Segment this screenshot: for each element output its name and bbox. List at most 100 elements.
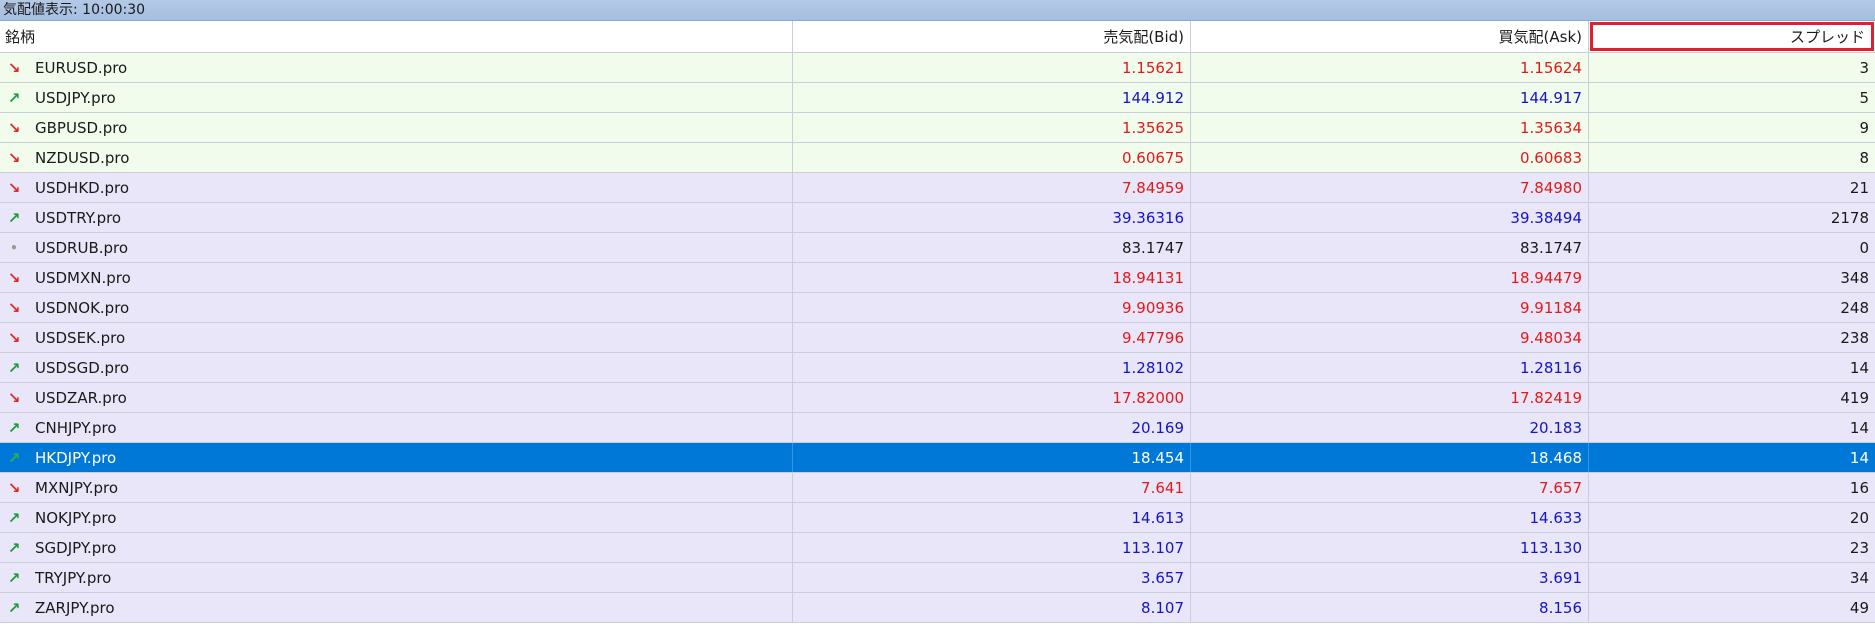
table-row[interactable]: ↘ USDSEK.pro 9.47796 9.48034 238 (0, 323, 1875, 353)
symbol-label: TRYJPY.pro (35, 568, 112, 587)
table-row[interactable]: ↘ USDMXN.pro 18.94131 18.94479 348 (0, 263, 1875, 293)
ask-cell: 20.183 (1191, 413, 1589, 442)
arrow-up-right-icon: ↗ (7, 538, 21, 557)
spread-cell: 16 (1849, 478, 1869, 497)
ask-cell: 14.633 (1191, 503, 1589, 532)
bid-cell: 20.169 (793, 413, 1191, 442)
symbol-cell: ↗ TRYJPY.pro (0, 563, 793, 592)
bid-cell: 9.47796 (793, 323, 1191, 352)
bid-cell: 9.90936 (793, 293, 1191, 322)
bid-cell: 0.60675 (793, 143, 1191, 172)
symbol-label: USDJPY.pro (35, 88, 116, 107)
table-row[interactable]: ↗ USDJPY.pro 144.912 144.917 5 (0, 83, 1875, 113)
arrow-up-right-icon: ↗ (7, 418, 21, 437)
bid-cell: 18.94131 (793, 263, 1191, 292)
spread-cell: 238 (1840, 328, 1869, 347)
arrow-down-right-icon: ↘ (7, 58, 21, 77)
symbol-label: USDZAR.pro (35, 388, 127, 407)
table-row[interactable]: ↘ EURUSD.pro 1.15621 1.15624 3 (0, 53, 1875, 83)
symbol-label: USDRUB.pro (35, 238, 129, 257)
symbol-cell: ↘ USDMXN.pro (0, 263, 793, 292)
spread-cell: 248 (1840, 298, 1869, 317)
column-header-spread[interactable]: スプレッド (1589, 21, 1875, 52)
symbol-cell: ↗ SGDJPY.pro (0, 533, 793, 562)
table-row[interactable]: ↗ NOKJPY.pro 14.613 14.633 20 (0, 503, 1875, 533)
table-row[interactable]: ↘ USDHKD.pro 7.84959 7.84980 21 (0, 173, 1875, 203)
symbol-cell: ↘ NZDUSD.pro (0, 143, 793, 172)
market-watch-table: 銘柄 売気配(Bid) 買気配(Ask) スプレッド ↘ EURUSD.pro 1.… (0, 21, 1875, 623)
table-body: ↘ EURUSD.pro 1.15621 1.15624 3 ↗ USDJPY.pro 144… (0, 53, 1875, 623)
bid-cell: 7.84959 (793, 173, 1191, 202)
symbol-label: USDTRY.pro (35, 208, 122, 227)
symbol-label: NOKJPY.pro (35, 508, 117, 527)
table-row[interactable]: ↘ NZDUSD.pro 0.60675 0.60683 8 (0, 143, 1875, 173)
symbol-label: USDMXN.pro (35, 268, 131, 287)
table-row[interactable]: ↗ USDSGD.pro 1.28102 1.28116 14 (0, 353, 1875, 383)
symbol-cell: ↘ EURUSD.pro (0, 53, 793, 82)
table-row[interactable]: ↗ ZARJPY.pro 8.107 8.156 49 (0, 593, 1875, 623)
symbol-label: NZDUSD.pro (35, 148, 130, 167)
spread-cell: 14 (1849, 448, 1869, 467)
column-header-symbol[interactable]: 銘柄 (0, 21, 793, 52)
bid-cell: 3.657 (793, 563, 1191, 592)
table-row[interactable]: ↗ CNHJPY.pro 20.169 20.183 14 (0, 413, 1875, 443)
table-row[interactable]: ↘ USDZAR.pro 17.82000 17.82419 419 (0, 383, 1875, 413)
ask-cell: 1.15624 (1191, 53, 1589, 82)
table-row[interactable]: ↘ MXNJPY.pro 7.641 7.657 16 (0, 473, 1875, 503)
symbol-cell: ↗ CNHJPY.pro (0, 413, 793, 442)
symbol-label: HKDJPY.pro (35, 448, 117, 467)
symbol-label: ZARJPY.pro (35, 598, 115, 617)
symbol-cell: ↘ USDSEK.pro (0, 323, 793, 352)
arrow-up-right-icon: ↗ (7, 508, 21, 527)
arrow-up-right-icon: ↗ (7, 568, 21, 587)
arrow-down-right-icon: ↘ (7, 328, 21, 347)
table-row[interactable]: ↗ SGDJPY.pro 113.107 113.130 23 (0, 533, 1875, 563)
bid-cell: 7.641 (793, 473, 1191, 502)
spread-cell: 348 (1840, 268, 1869, 287)
ask-cell: 7.657 (1191, 473, 1589, 502)
spread-cell: 8 (1859, 148, 1869, 167)
ask-cell: 7.84980 (1191, 173, 1589, 202)
bid-cell: 17.82000 (793, 383, 1191, 412)
bid-cell: 1.15621 (793, 53, 1191, 82)
ask-cell: 144.917 (1191, 83, 1589, 112)
ask-cell: 18.94479 (1191, 263, 1589, 292)
arrow-up-right-icon: ↗ (7, 358, 21, 377)
spread-cell: 5 (1859, 88, 1869, 107)
column-header-bid[interactable]: 売気配(Bid) (793, 21, 1191, 52)
ask-cell: 17.82419 (1191, 383, 1589, 412)
bid-cell: 113.107 (793, 533, 1191, 562)
arrow-down-right-icon: ↘ (7, 118, 21, 137)
symbol-cell: ↗ USDTRY.pro (0, 203, 793, 232)
bid-cell: 1.28102 (793, 353, 1191, 382)
arrow-down-right-icon: ↘ (7, 478, 21, 497)
spread-cell: 9 (1859, 118, 1869, 137)
symbol-label: USDHKD.pro (35, 178, 130, 197)
ask-cell: 18.468 (1191, 443, 1589, 472)
symbol-cell: ↘ MXNJPY.pro (0, 473, 793, 502)
symbol-cell: ↗ HKDJPY.pro (0, 443, 793, 472)
bid-cell: 18.454 (793, 443, 1191, 472)
table-header: 銘柄 売気配(Bid) 買気配(Ask) スプレッド (0, 21, 1875, 53)
symbol-label: GBPUSD.pro (35, 118, 128, 137)
table-row[interactable]: • USDRUB.pro 83.1747 83.1747 0 (0, 233, 1875, 263)
symbol-cell: ↗ USDJPY.pro (0, 83, 793, 112)
symbol-label: EURUSD.pro (35, 58, 128, 77)
ask-cell: 39.38494 (1191, 203, 1589, 232)
spread-cell: 419 (1840, 388, 1869, 407)
dot-icon: • (10, 240, 18, 255)
symbol-label: USDSGD.pro (35, 358, 130, 377)
table-row[interactable]: ↘ GBPUSD.pro 1.35625 1.35634 9 (0, 113, 1875, 143)
table-row[interactable]: ↘ USDNOK.pro 9.90936 9.91184 248 (0, 293, 1875, 323)
spread-cell: 3 (1859, 58, 1869, 77)
table-row[interactable]: ↗ TRYJPY.pro 3.657 3.691 34 (0, 563, 1875, 593)
symbol-cell: ↘ USDZAR.pro (0, 383, 793, 412)
ask-cell: 9.48034 (1191, 323, 1589, 352)
ask-cell: 113.130 (1191, 533, 1589, 562)
table-row[interactable]: ↗ USDTRY.pro 39.36316 39.38494 2178 (0, 203, 1875, 233)
column-header-ask[interactable]: 買気配(Ask) (1191, 21, 1589, 52)
ask-cell: 9.91184 (1191, 293, 1589, 322)
arrow-up-right-icon: ↗ (7, 598, 21, 617)
table-row[interactable]: ↗ HKDJPY.pro 18.454 18.468 14 (0, 443, 1875, 473)
symbol-cell: ↘ USDNOK.pro (0, 293, 793, 322)
